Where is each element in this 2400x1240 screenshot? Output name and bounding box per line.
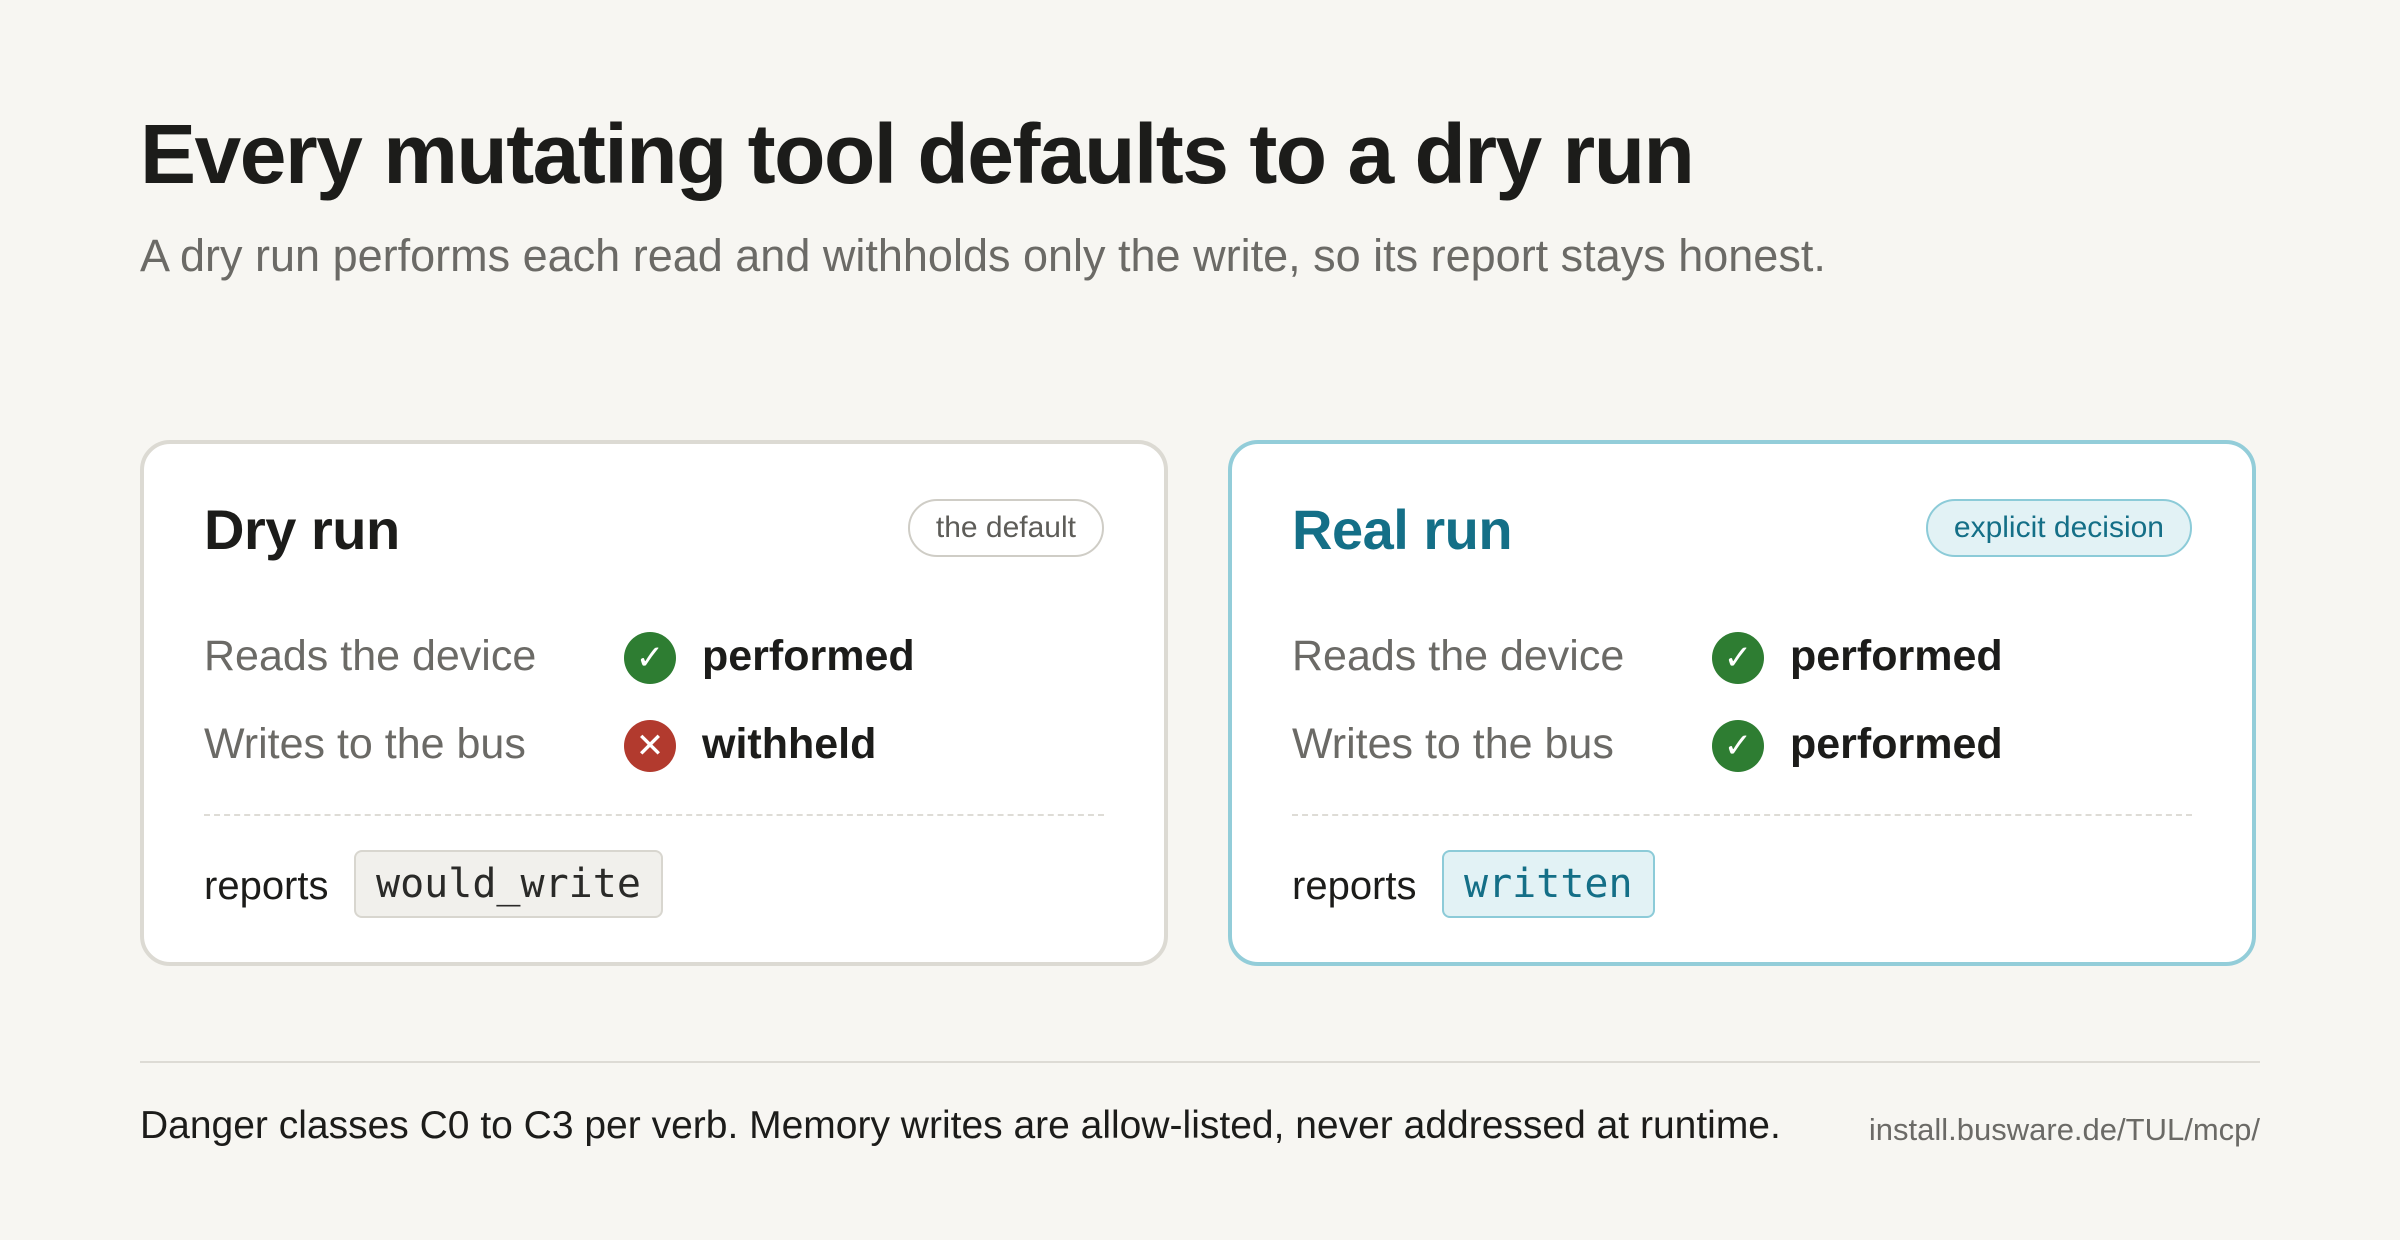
report-code-chip: would_write [354,850,663,918]
check-icon: ✓ [1712,720,1764,772]
check-icon: ✓ [1712,632,1764,684]
explicit-decision-badge: explicit decision [1925,499,2192,557]
row-writes-bus: Writes to the bus ✓ performed [1292,702,2192,790]
divider [204,814,1104,816]
footer-divider [140,1061,2260,1063]
report-label: reports [204,864,329,908]
report-code-chip: written [1442,850,1655,918]
footer-url: install.busware.de/TUL/mcp/ [1868,1112,2260,1147]
divider [1292,814,2192,816]
default-badge: the default [907,499,1104,557]
check-icon: ✓ [624,632,676,684]
row-label: Reads the device [204,632,537,680]
row-label: Writes to the bus [204,720,526,768]
status-text: performed [702,632,915,680]
row-label: Writes to the bus [1292,720,1614,768]
capability-list: Reads the device ✓ performed Writes to t… [204,614,1104,790]
page-title: Every mutating tool defaults to a dry ru… [140,107,1695,201]
cross-icon: ✕ [624,720,676,772]
page-subtitle: A dry run performs each read and withhol… [140,230,1826,281]
footer-note: Danger classes C0 to C3 per verb. Memory… [140,1104,1781,1147]
card-title: Real run [1292,498,1513,561]
row-writes-bus: Writes to the bus ✕ withheld [204,702,1104,790]
status-text: withheld [702,720,877,768]
report-label: reports [1292,864,1417,908]
status-text: performed [1790,720,2003,768]
row-reads-device: Reads the device ✓ performed [1292,614,2192,702]
row-label: Reads the device [1292,632,1625,680]
dry-run-card: Dry run the default Reads the device ✓ p… [140,440,1168,966]
capability-list: Reads the device ✓ performed Writes to t… [1292,614,2192,790]
row-reads-device: Reads the device ✓ performed [204,614,1104,702]
real-run-card: Real run explicit decision Reads the dev… [1228,440,2256,966]
card-title: Dry run [204,498,400,561]
status-text: performed [1790,632,2003,680]
